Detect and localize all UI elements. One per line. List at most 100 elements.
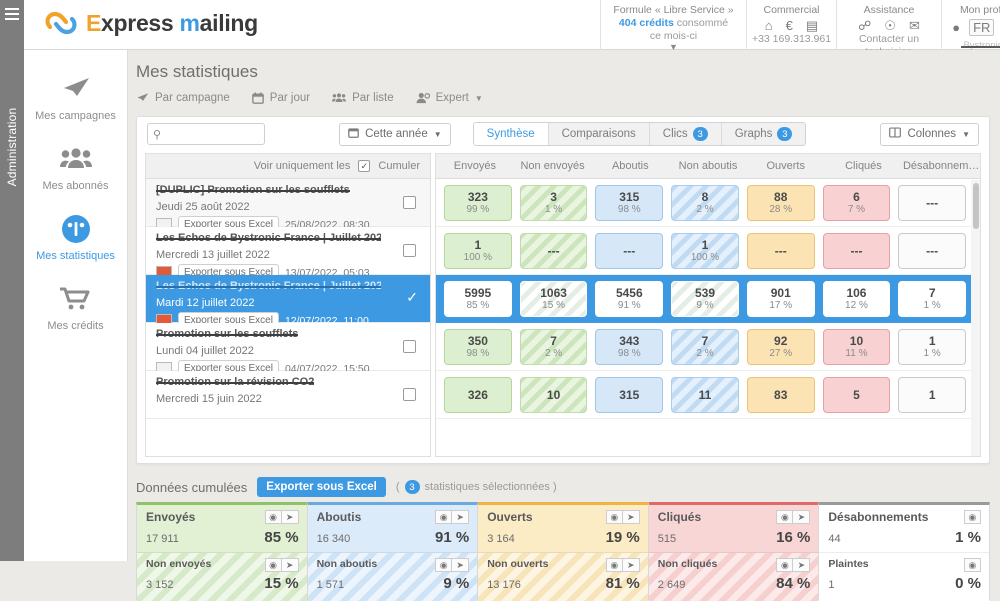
list-item[interactable]: Les Echos de Bystronic France | Juillet … — [146, 275, 430, 329]
column-header-ouverts[interactable]: Ouverts — [747, 160, 825, 172]
lifebuoy-icon[interactable]: ☉ — [884, 19, 896, 32]
columns-selector[interactable]: Colonnes ▼ — [880, 122, 979, 146]
tab-badge: 3 — [777, 127, 793, 141]
paper-plane-icon[interactable]: ➤ — [281, 558, 299, 572]
cell-envoyes: 323 99 % — [444, 184, 512, 221]
paren-open: ( — [395, 481, 400, 493]
table-row[interactable]: 350 98 % 72 % 343 98 % 72 % 92 27 % 10 11 % … — [436, 323, 980, 371]
document-icon[interactable]: ▤ — [806, 19, 818, 32]
selected-count-label: statistiques sélectionnées ) — [424, 481, 557, 493]
list-item[interactable]: Les Echos de Bystronic France | Juillet … — [146, 227, 430, 281]
table-row[interactable]: 326 10 315 11 83 5 1 — [436, 371, 980, 419]
paper-plane-icon[interactable]: ➤ — [793, 558, 811, 572]
kpi-value: 44 — [828, 533, 841, 545]
sidebar-item-mes-campagnes[interactable]: Mes campagnes — [24, 64, 127, 134]
search-box[interactable]: ⚲ — [147, 123, 265, 145]
stats-scrollbar[interactable] — [971, 180, 980, 456]
column-header-cliques[interactable]: Cliqués — [825, 160, 903, 172]
cell-ouverts: 901 17 % — [746, 280, 815, 317]
euro-icon[interactable]: € — [786, 19, 793, 32]
cell-non-aboutis: 1 100 % — [671, 232, 739, 269]
support-agent-icon[interactable]: ☍ — [858, 19, 871, 32]
table-row[interactable]: 5995 85 % 1063 15 % 5456 91 % 539 9 % 901 17 … — [436, 275, 980, 323]
kpi-percent: 81 % — [605, 575, 640, 592]
cell-desabonnements: --- — [898, 232, 967, 269]
mail-icon[interactable]: ✉ — [909, 19, 920, 32]
subtab-label: Par liste — [352, 92, 394, 104]
kpi-non-envoyes: Non envoyés ◉ ➤ 3 152 15 % — [137, 553, 307, 601]
row-checkbox[interactable] — [403, 388, 416, 401]
paper-plane-icon[interactable]: ➤ — [622, 558, 640, 572]
paper-plane-icon[interactable]: ➤ — [452, 510, 470, 524]
kpi-non-ouverts: Non ouverts ◉ ➤ 13 176 81 % — [478, 553, 648, 601]
paper-plane-icon[interactable]: ➤ — [452, 558, 470, 572]
cell-cliques: 5 — [822, 376, 891, 413]
header-assistance: Assistance ☍ ☉ ✉ Contacter un technicien — [836, 0, 941, 58]
tab-comparaisons[interactable]: Comparaisons — [549, 123, 650, 145]
column-header-non-envoyes[interactable]: Non envoyés — [514, 160, 592, 172]
cell-non-aboutis: 11 — [671, 376, 739, 413]
column-header-non-aboutis[interactable]: Non aboutis — [669, 160, 747, 172]
column-header-envoyes[interactable]: Envoyés — [436, 160, 514, 172]
user-avatar-icon[interactable]: ● — [952, 21, 960, 34]
cumuler-checkbox[interactable]: ✓ — [358, 160, 371, 172]
paper-plane-icon[interactable]: ➤ — [793, 510, 811, 524]
header-profile: Mon profil ● FR ⏻ Bystronic — [941, 0, 1000, 51]
subtab-expert[interactable]: Expert ▼ — [416, 92, 483, 104]
list-item[interactable]: [DUPLIC] Promotion sur les soufflets Jeu… — [146, 179, 430, 233]
kpi-value: 3 164 — [487, 533, 515, 545]
subtab-label: Par jour — [269, 92, 311, 104]
view-tabs: Synthèse Comparaisons Clics 3 Graphs 3 — [472, 122, 807, 146]
table-row[interactable]: 323 99 % 31 % 315 98 % 82 % 88 28 % 67 % --… — [436, 179, 980, 227]
header-formula[interactable]: Formule « Libre Service » 404 crédits co… — [600, 0, 746, 52]
eye-icon[interactable]: ◉ — [264, 558, 282, 572]
paper-plane-icon[interactable]: ➤ — [281, 510, 299, 524]
column-header-desabonnements[interactable]: Désabonnem… — [902, 160, 980, 172]
eye-icon[interactable]: ◉ — [605, 558, 623, 572]
subtab-par-jour[interactable]: Par jour — [251, 92, 311, 104]
eye-icon[interactable]: ◉ — [435, 558, 453, 572]
subtab-par-liste[interactable]: Par liste — [332, 92, 394, 104]
list-item[interactable]: Promotion sur la révision CO2 Mercredi 1… — [146, 371, 430, 419]
search-input[interactable] — [165, 127, 259, 141]
sidebar-item-mes-statistiques[interactable]: Mes statistiques — [24, 204, 127, 274]
kpi-non-cliques: Non cliqués ◉ ➤ 2 649 84 % — [648, 553, 819, 601]
cell-envoyes: 5995 85 % — [444, 280, 512, 317]
period-selector[interactable]: Cette année ▼ — [339, 122, 451, 146]
row-checkbox[interactable] — [403, 244, 416, 257]
cell-envoyes: 1 100 % — [444, 232, 512, 269]
commercial-phone: +33 169.313.961 — [751, 33, 832, 45]
language-badge[interactable]: FR — [969, 19, 995, 36]
eye-icon[interactable]: ◉ — [776, 558, 794, 572]
brand-logo[interactable]: Express mailing — [44, 8, 258, 38]
table-row[interactable]: 1 100 % --- --- 1 100 % --- --- --- — [436, 227, 980, 275]
row-checkbox[interactable] — [403, 196, 416, 209]
eye-icon[interactable]: ◉ — [435, 510, 453, 524]
users-icon — [332, 92, 347, 104]
eye-icon[interactable]: ◉ — [264, 510, 282, 524]
eye-icon[interactable]: ◉ — [963, 558, 981, 572]
eye-icon[interactable]: ◉ — [605, 510, 623, 524]
list-item[interactable]: Promotion sur les soufflets Lundi 04 jui… — [146, 323, 430, 377]
chevron-down-icon[interactable]: ▼ — [475, 94, 483, 103]
paper-plane-icon[interactable]: ➤ — [622, 510, 640, 524]
column-header-aboutis[interactable]: Aboutis — [591, 160, 669, 172]
sidebar-item-mes-abonnes[interactable]: Mes abonnés — [24, 134, 127, 204]
sidebar-item-mes-credits[interactable]: Mes crédits — [24, 274, 127, 344]
stats-table-body: 323 99 % 31 % 315 98 % 82 % 88 28 % 67 % --… — [435, 179, 981, 457]
eye-icon[interactable]: ◉ — [776, 510, 794, 524]
subtab-par-campagne[interactable]: Par campagne — [136, 92, 230, 104]
cell-cliques: 10 11 % — [822, 328, 891, 365]
hamburger-icon[interactable] — [5, 8, 19, 20]
sidebar-item-label: Mes abonnés — [42, 180, 109, 192]
tab-graphs[interactable]: Graphs 3 — [722, 123, 806, 145]
home-icon[interactable]: ⌂ — [765, 19, 773, 32]
eye-icon[interactable]: ◉ — [963, 510, 981, 524]
tab-synthese[interactable]: Synthèse — [473, 123, 549, 145]
scrollbar-thumb[interactable] — [973, 183, 979, 229]
campaign-list[interactable]: [DUPLIC] Promotion sur les soufflets Jeu… — [145, 179, 431, 457]
row-checkbox[interactable] — [403, 340, 416, 353]
export-excel-button[interactable]: Exporter sous Excel — [257, 477, 386, 497]
tab-clics[interactable]: Clics 3 — [650, 123, 722, 145]
users-icon — [28, 144, 123, 174]
